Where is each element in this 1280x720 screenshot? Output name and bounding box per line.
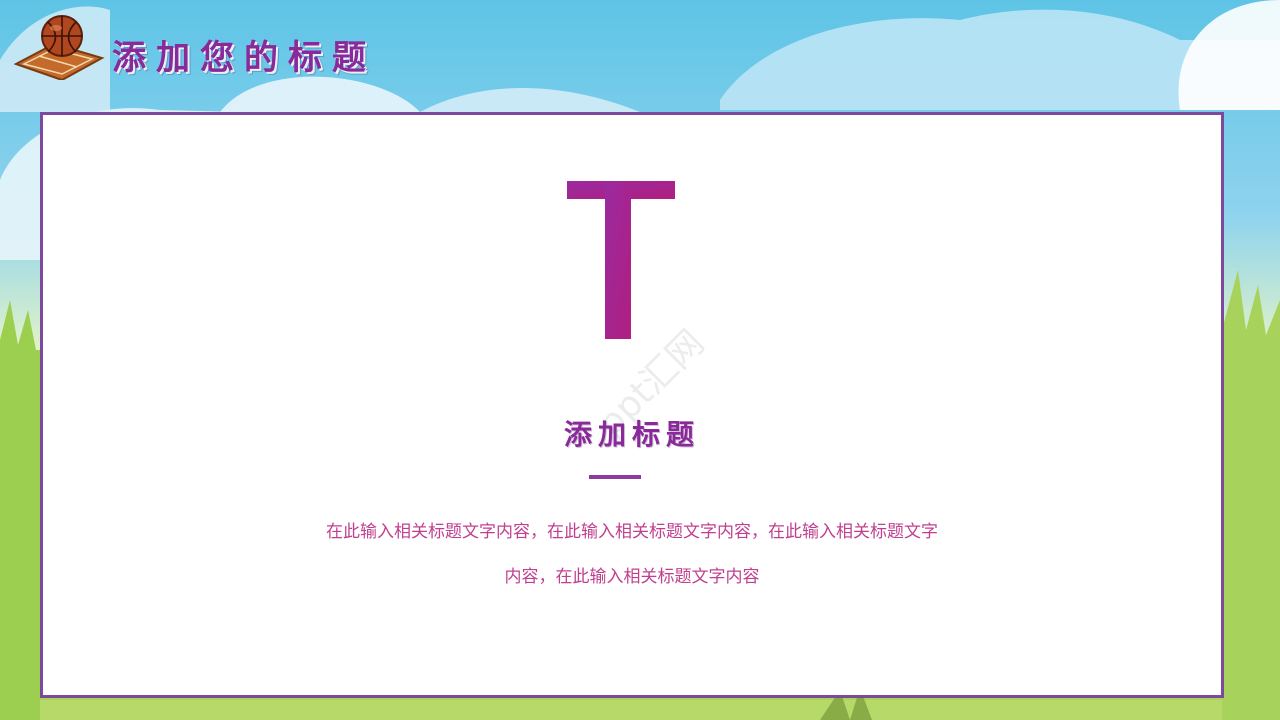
basketball-court-icon bbox=[13, 14, 106, 82]
cloud-shape bbox=[420, 88, 640, 112]
big-letter-t: T bbox=[567, 181, 675, 339]
grass-shape bbox=[0, 300, 40, 720]
grass-shape bbox=[40, 700, 1222, 720]
section-subtitle: 添加标题 bbox=[563, 418, 700, 451]
grass-shape bbox=[1222, 270, 1280, 720]
content-card: ppt汇网 T 添加标题 在此输入相关标题文字内容，在此输入相关标题文字内容，在… bbox=[40, 112, 1224, 698]
cloud-shape bbox=[1178, 0, 1280, 110]
body-text-line-1: 在此输入相关标题文字内容，在此输入相关标题文字内容，在此输入相关标题文字 bbox=[326, 522, 938, 542]
subtitle-divider bbox=[589, 475, 641, 479]
page-title: 添加您的标题 bbox=[112, 38, 376, 78]
body-text-line-2: 内容，在此输入相关标题文字内容 bbox=[504, 567, 760, 587]
cloud-shape bbox=[220, 76, 420, 112]
